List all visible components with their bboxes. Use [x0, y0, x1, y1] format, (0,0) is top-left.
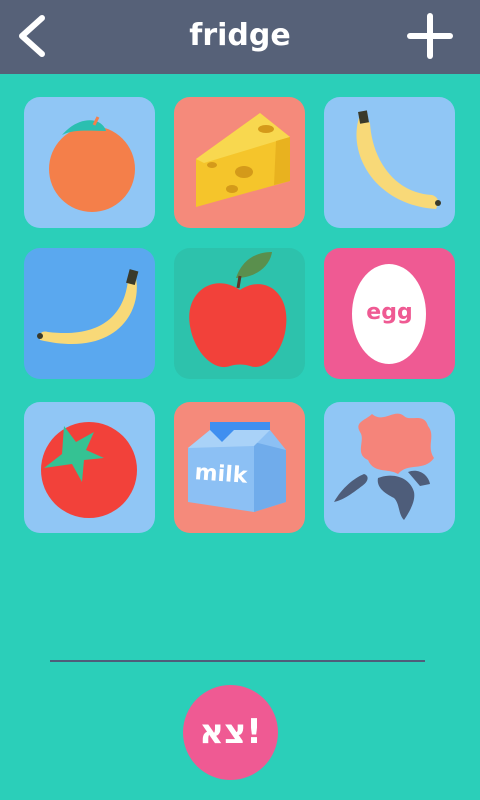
milk-label: milk	[193, 460, 249, 489]
apple-icon	[189, 252, 287, 368]
item-tile-flower[interactable]	[324, 402, 455, 533]
banana-icon	[37, 269, 139, 345]
item-tile-milk[interactable]: milk	[174, 402, 305, 533]
banana-icon	[356, 110, 441, 209]
egg-label: egg	[366, 300, 413, 325]
orange-icon	[49, 116, 135, 212]
divider	[50, 660, 425, 662]
item-tile-apple[interactable]	[174, 248, 305, 379]
item-tile-egg[interactable]: egg	[324, 248, 455, 379]
go-button[interactable]: צא!	[183, 685, 278, 780]
cheese-icon	[196, 113, 290, 207]
add-button[interactable]	[406, 12, 454, 60]
item-tile-cheese[interactable]	[174, 97, 305, 228]
flower-icon	[334, 413, 434, 520]
tomato-icon	[41, 422, 137, 518]
item-tile-banana[interactable]	[324, 97, 455, 228]
item-tile-orange[interactable]	[24, 97, 155, 228]
item-tile-banana[interactable]	[24, 248, 155, 379]
plus-icon	[407, 13, 453, 59]
item-tile-tomato[interactable]	[24, 402, 155, 533]
top-bar: fridge	[0, 0, 480, 74]
